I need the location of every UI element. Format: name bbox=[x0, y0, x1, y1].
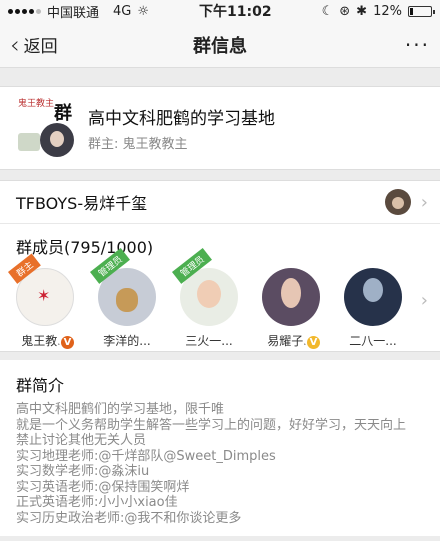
member-item[interactable]: 群主 V 鬼王教... bbox=[8, 253, 76, 351]
signal-icon bbox=[8, 8, 41, 14]
network-label: 4G bbox=[113, 3, 132, 19]
moon-icon: ☾ bbox=[321, 3, 334, 19]
intro-line: 实习数学老师:@淼沫iu bbox=[16, 464, 150, 479]
member-list: 群主 V 鬼王教... 管理员 李洋的... 管理员 三火一... V 易耀子.… bbox=[8, 247, 440, 351]
member-name: 李洋的... bbox=[103, 334, 151, 348]
page-title: 群信息 bbox=[193, 35, 247, 57]
chevron-right-icon: › bbox=[420, 191, 428, 213]
status-bar: 中国联通 4G ☼ 下午11:02 ☾ ⊛ ✱ 12% bbox=[0, 0, 440, 22]
battery-icon bbox=[407, 5, 435, 17]
battery-label: 12% bbox=[373, 3, 402, 19]
avatar-thumbnail bbox=[18, 133, 40, 151]
intro-line: 正式英语老师:小小小xiao佳 bbox=[16, 495, 178, 510]
member-name: 二八一... bbox=[349, 334, 397, 348]
intro-line: 高中文科肥鹤们的学习基地，限千唯 bbox=[16, 402, 225, 417]
member-item[interactable]: 管理员 三火一... bbox=[172, 247, 238, 349]
group-avatar: 鬼王教主 群 bbox=[16, 99, 74, 157]
members-section[interactable]: 群成员(795/1000) 群主 V 鬼王教... 管理员 李洋的... 管理员… bbox=[0, 224, 440, 352]
intro-line: 实习历史政治老师:@我不和你谈论更多 bbox=[16, 510, 242, 526]
clock: 下午11:02 bbox=[199, 4, 272, 20]
more-button[interactable]: ··· bbox=[405, 33, 430, 57]
avatar-seal-text: 鬼王教主 bbox=[18, 99, 55, 109]
lock-rotation-icon: ⊛ bbox=[339, 3, 351, 19]
featured-member-label: TFBOYS-易烊千玺 bbox=[16, 194, 148, 213]
nav-bar: ‹ 返回 群信息 ··· bbox=[0, 22, 440, 68]
group-name: 高中文科肥鹤的学习基地 bbox=[88, 109, 275, 129]
member-item[interactable]: 二八一... bbox=[344, 268, 402, 349]
member-item[interactable]: V 易耀子... bbox=[262, 268, 322, 351]
group-card[interactable]: 鬼王教主 群 高中文科肥鹤的学习基地 群主: 鬼王教教主 bbox=[0, 86, 440, 170]
intro-line: 禁止讨论其他无关人员 bbox=[16, 433, 147, 448]
member-avatar bbox=[344, 268, 402, 326]
intro-line: 实习地理老师:@千烊部队@Sweet_Dimples bbox=[16, 448, 276, 464]
intro-title: 群简介 bbox=[16, 376, 65, 395]
avatar-photo bbox=[40, 123, 74, 157]
intro-line: 实习英语老师:@保持围笑啊烊 bbox=[16, 479, 190, 495]
featured-member-row[interactable]: TFBOYS-易烊千玺 › bbox=[0, 180, 440, 224]
vip-badge-icon: V bbox=[305, 334, 322, 351]
back-button[interactable]: ‹ 返回 bbox=[10, 30, 58, 59]
chevron-left-icon: ‹ bbox=[10, 30, 20, 59]
intro-line: 就是一个义务帮助学生解答一些学习上的问题，好好学习，天天向上 bbox=[16, 417, 407, 433]
group-intro: 群简介 高中文科肥鹤们的学习基地，限千唯 就是一个义务帮助学生解答一些学习上的问… bbox=[0, 352, 440, 536]
members-title: 群成员(795/1000) bbox=[16, 238, 154, 257]
member-item[interactable]: 管理员 李洋的... bbox=[90, 247, 156, 349]
member-avatar bbox=[262, 268, 320, 326]
chevron-right-icon[interactable]: › bbox=[421, 290, 428, 311]
member-name: 三火一... bbox=[185, 334, 233, 348]
featured-member-avatar bbox=[384, 189, 411, 215]
group-owner: 群主: 鬼王教教主 bbox=[88, 137, 188, 152]
avatar-brush-text: 群 bbox=[54, 103, 72, 124]
loading-icon: ☼ bbox=[137, 3, 150, 19]
back-label: 返回 bbox=[23, 37, 58, 57]
carrier-label: 中国联通 bbox=[47, 5, 100, 21]
bluetooth-icon: ✱ bbox=[356, 3, 368, 19]
vip-badge-icon: V bbox=[59, 334, 76, 351]
